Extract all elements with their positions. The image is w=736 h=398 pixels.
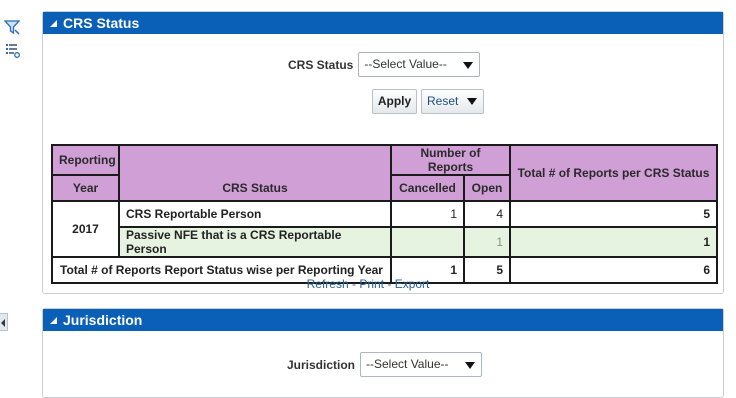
- chevron-down-icon: [463, 62, 474, 69]
- report-links: Refresh - Print - Export: [0, 277, 736, 291]
- year-header: Year: [51, 174, 120, 202]
- jurisdiction-filter: Jurisdiction --Select Value--: [287, 352, 483, 377]
- jurisdiction-select[interactable]: --Select Value--: [360, 352, 483, 377]
- cancelled-cell: 1: [390, 200, 465, 228]
- apply-button[interactable]: Apply: [372, 89, 417, 114]
- open-cell: 4: [463, 200, 511, 228]
- crs-status-report-table: Reporting CRS Status Number of Reports T…: [51, 144, 718, 284]
- chevron-down-icon: [467, 98, 477, 105]
- table-row: 2017 CRS Reportable Person 1 4 5: [51, 200, 718, 258]
- panel-title: CRS Status: [63, 15, 140, 31]
- export-link[interactable]: Export: [395, 277, 430, 291]
- filter-icon[interactable]: [4, 19, 20, 35]
- cancelled-header: Cancelled: [390, 174, 465, 202]
- link-separator: -: [348, 277, 360, 291]
- crs-status-filter: CRS Status --Select Value--: [288, 52, 481, 77]
- chevron-down-icon: [465, 362, 476, 369]
- reset-button[interactable]: Reset: [421, 89, 484, 114]
- status-cell: CRS Reportable Person: [118, 200, 392, 228]
- collapse-panel-handle[interactable]: [0, 313, 8, 331]
- year-cell: 2017: [51, 200, 120, 258]
- collapse-triangle-icon[interactable]: [50, 20, 57, 27]
- table-header-row: Reporting CRS Status Number of Reports T…: [51, 144, 718, 202]
- crs-status-header: CRS Status: [118, 144, 392, 202]
- total-cell: 1: [509, 226, 718, 258]
- crs-status-filter-label: CRS Status: [288, 57, 354, 72]
- crs-status-select[interactable]: --Select Value--: [358, 52, 481, 77]
- number-of-reports-header: Number of Reports: [390, 144, 511, 176]
- print-link[interactable]: Print: [359, 277, 384, 291]
- list-settings-icon[interactable]: [4, 42, 20, 58]
- reset-button-label: Reset: [427, 94, 459, 108]
- link-separator: -: [384, 277, 395, 291]
- total-per-status-header: Total # of Reports per CRS Status: [509, 144, 718, 202]
- cancelled-cell: [390, 226, 465, 258]
- crs-status-panel-header[interactable]: CRS Status: [43, 12, 723, 34]
- panel-title: Jurisdiction: [63, 312, 143, 328]
- jurisdiction-filter-label: Jurisdiction: [287, 357, 356, 372]
- total-cell: 5: [509, 200, 718, 228]
- open-header: Open: [463, 174, 511, 202]
- left-toolbar: [0, 0, 30, 384]
- refresh-link[interactable]: Refresh: [307, 277, 349, 291]
- open-cell: 1: [463, 226, 511, 258]
- jurisdiction-panel-header[interactable]: Jurisdiction: [43, 309, 723, 331]
- collapse-triangle-icon[interactable]: [50, 317, 57, 324]
- table-row: Passive NFE that is a CRS Reportable Per…: [52, 226, 718, 258]
- status-cell: Passive NFE that is a CRS Reportable Per…: [118, 226, 392, 258]
- reporting-header: Reporting: [51, 144, 120, 176]
- crs-status-select-value: --Select Value--: [364, 57, 447, 71]
- jurisdiction-select-value: --Select Value--: [366, 357, 449, 371]
